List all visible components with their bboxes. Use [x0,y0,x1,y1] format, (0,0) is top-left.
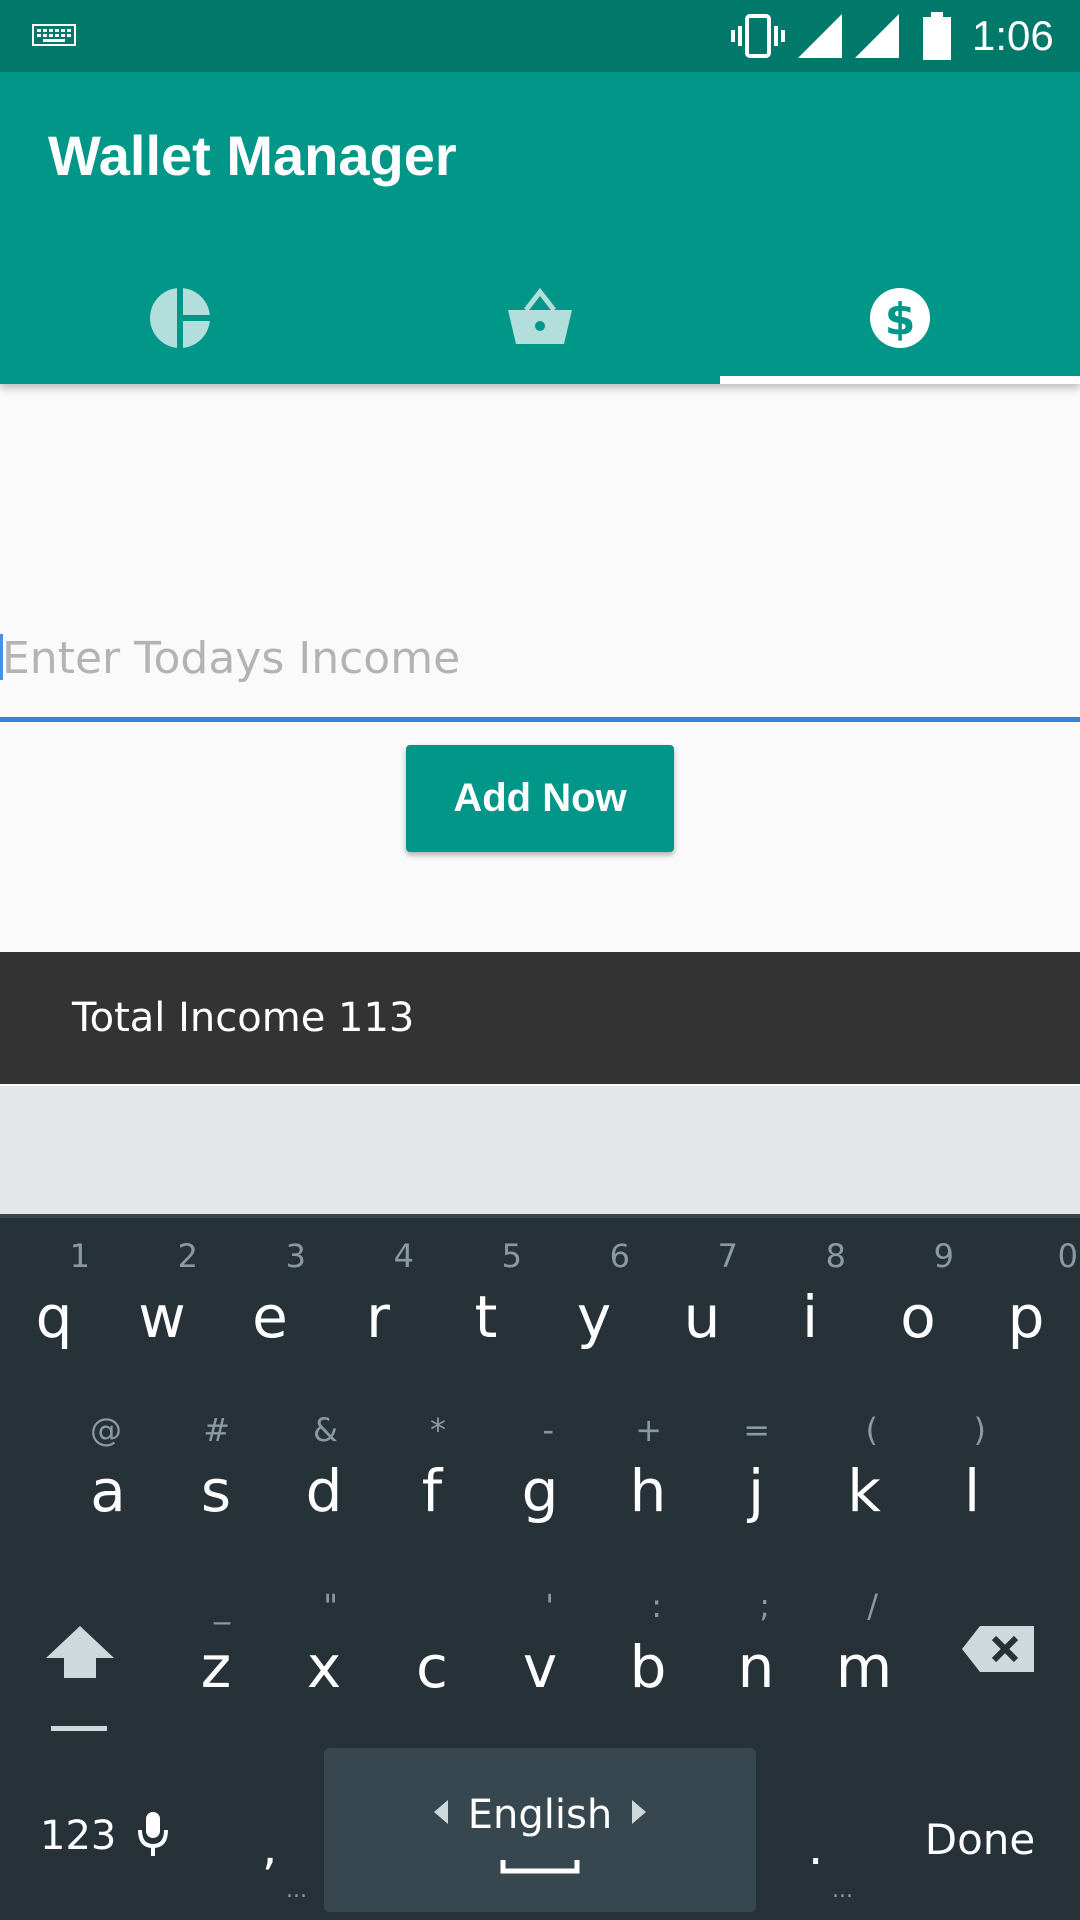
period-key[interactable]: . ... [780,1800,880,1903]
key-z[interactable]: _ z [162,1586,270,1756]
basket-icon [508,287,572,344]
key-x[interactable]: " x [270,1586,378,1756]
comma-key[interactable]: , ... [220,1800,320,1903]
keyboard-icon [32,24,76,46]
key-c[interactable]: c [378,1586,486,1756]
key-p[interactable]: 0p [972,1236,1080,1406]
add-now-button[interactable]: Add Now [406,745,674,852]
dollar-icon: $ [870,288,930,348]
key-v[interactable]: ' v [486,1586,594,1756]
pie-chart-icon [150,286,212,350]
text-cursor [0,634,3,680]
key-o[interactable]: 9o [864,1236,972,1406]
key-f[interactable]: * f [378,1410,486,1580]
app-title: Wallet Manager [48,124,457,187]
backspace-key[interactable] [950,1614,1050,1684]
tab-indicator [720,376,1080,384]
space-key[interactable]: English [324,1748,756,1912]
battery-icon [923,12,951,60]
key-h[interactable]: + h [594,1410,702,1580]
key-y[interactable]: 6y [540,1236,648,1406]
key-t[interactable]: 5t [432,1236,540,1406]
arrow-right-icon [632,1800,646,1824]
key-e[interactable]: 3e [216,1236,324,1406]
backspace-icon [962,1626,1034,1672]
empty-list-area [0,1086,1080,1216]
key-a[interactable]: @ a [54,1410,162,1580]
shift-indicator [51,1726,107,1731]
space-language-label: English [467,1792,613,1838]
key-w[interactable]: 2w [108,1236,216,1406]
key-l[interactable]: ) l [918,1410,1026,1580]
key-j[interactable]: = j [702,1410,810,1580]
key-q[interactable]: 1q [0,1236,108,1406]
key-u[interactable]: 7u [648,1236,756,1406]
total-income-bar: Total Income 113 [0,952,1080,1084]
vibrate-icon [731,14,785,58]
tab-income[interactable]: $ [720,252,1080,384]
shift-arrow-icon [46,1626,114,1678]
app-bar: Wallet Manager $ [0,72,1080,384]
key-b[interactable]: :b [594,1586,702,1756]
key-i[interactable]: 8i [756,1236,864,1406]
key-d[interactable]: & d [270,1410,378,1580]
microphone-icon[interactable] [136,1810,170,1858]
key-m[interactable]: / m [810,1586,918,1756]
input-underline [0,717,1080,722]
svg-text:$: $ [885,294,916,345]
spacebar-icon [500,1860,580,1874]
signal-icon [798,14,842,58]
status-time: 1:06 [972,12,1054,59]
income-input[interactable] [0,610,1080,706]
tab-stats[interactable] [0,252,360,384]
status-bar: 1:06 [0,0,1080,72]
tab-expenses[interactable] [360,252,720,384]
done-key[interactable]: Done [900,1800,1060,1880]
key-g[interactable]: -g [486,1410,594,1580]
total-income-label: Total Income 113 [72,995,415,1041]
signal-icon [855,14,899,58]
key-s[interactable]: # s [162,1410,270,1580]
key-r[interactable]: 4r [324,1236,432,1406]
shift-key[interactable] [30,1614,130,1734]
key-k[interactable]: (k [810,1410,918,1580]
key-n[interactable]: ; n [702,1586,810,1756]
